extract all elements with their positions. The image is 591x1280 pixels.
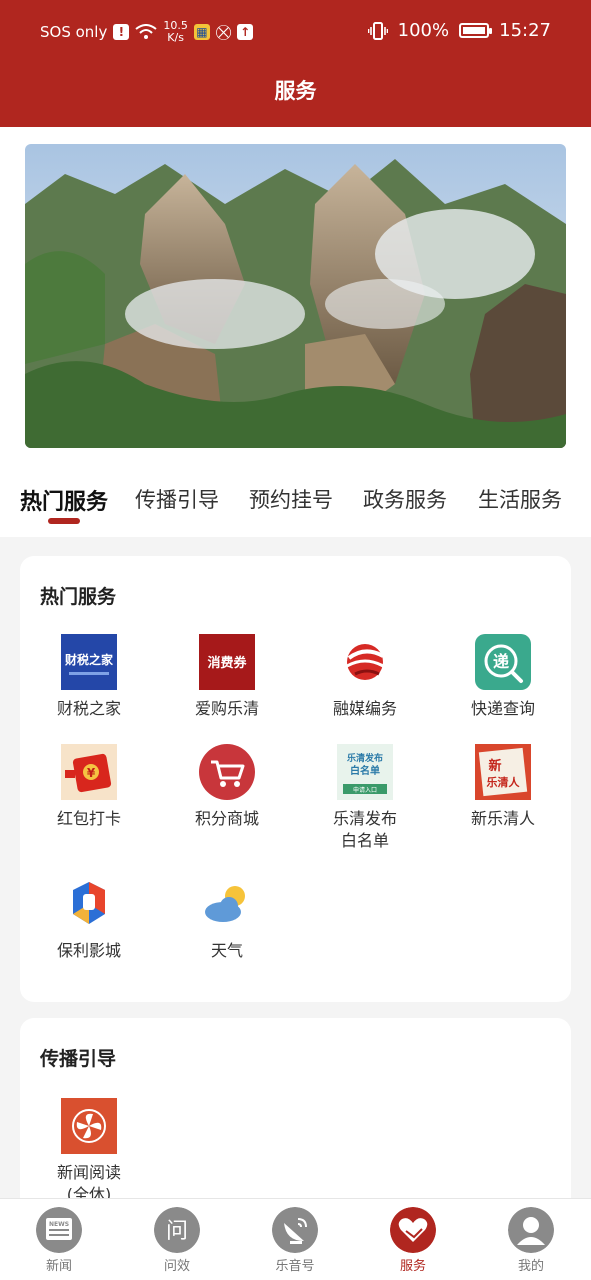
page-title: 服务 [0, 64, 591, 127]
service-whitelist[interactable]: 乐清发布 白名单 申请入口 乐清发布 白名单 [296, 744, 434, 852]
service-poly-cinema[interactable]: 保利影城 [20, 876, 158, 962]
tab-communication-guide[interactable]: 传播引导 [135, 484, 219, 514]
active-tab-indicator [48, 518, 80, 524]
shopping-cart-icon [199, 744, 255, 800]
news-icon: NEWS [36, 1207, 82, 1253]
app-notification-icon: ▦ [193, 24, 210, 40]
svg-text:白名单: 白名单 [350, 764, 380, 777]
ask-icon: 问 [154, 1207, 200, 1253]
section-title: 传播引导 [40, 1048, 117, 1070]
service-label: 融媒编务 [332, 699, 397, 718]
service-aigou[interactable]: 消费券 爱购乐清 [158, 634, 296, 720]
svg-text:递: 递 [493, 652, 509, 671]
svg-text:消费券: 消费券 [207, 655, 247, 671]
service-xinleqing[interactable]: 新 乐清人 新乐清人 [434, 744, 572, 830]
service-weather[interactable]: 天气 [158, 876, 296, 962]
mountain-landscape-image [25, 144, 566, 448]
service-express[interactable]: 递 快递查询 [434, 634, 572, 720]
section-title: 热门服务 [40, 586, 117, 608]
svg-text:乐清人: 乐清人 [487, 775, 521, 789]
service-label: 新乐清人 [470, 809, 535, 828]
carrier-label: SOS only [40, 23, 108, 41]
whitelist-icon: 乐清发布 白名单 申请入口 [337, 744, 393, 800]
svg-text:乐清发布: 乐清发布 [347, 752, 383, 764]
service-news-reading[interactable]: 新闻阅读 (全休) [20, 1098, 158, 1206]
category-tabs: 热门服务 传播引导 预约挂号 政务服务 生活服务 [0, 478, 591, 534]
net-speed: 10.5 K/s [163, 20, 188, 44]
service-label: 爱购乐清 [194, 699, 259, 718]
service-red-packet[interactable]: ¥ 红包打卡 [20, 744, 158, 830]
battery-icon [459, 23, 493, 38]
caishui-icon: 财税之家 [61, 634, 117, 690]
wifi-icon [135, 24, 157, 39]
svg-text:新: 新 [488, 758, 501, 774]
rongmei-logo-icon [346, 644, 384, 680]
banner-image[interactable] [25, 144, 566, 448]
shield-icon: ⛒ [215, 23, 232, 41]
nav-leyin[interactable]: 乐音号 [255, 1207, 335, 1274]
nav-label: 问效 [163, 1259, 190, 1274]
svg-text:¥: ¥ [87, 766, 96, 780]
service-points-mall[interactable]: 积分商城 [158, 744, 296, 830]
tab-appointment[interactable]: 预约挂号 [249, 484, 333, 514]
svg-text:NEWS: NEWS [49, 1221, 69, 1228]
nav-label: 乐音号 [275, 1259, 315, 1274]
hot-services-card: 热门服务 财税之家 财税之家 消费券 爱购乐清 融媒编务 递 快递查询 ¥ 红包… [20, 556, 571, 1002]
coupon-icon: 消费券 [199, 634, 255, 690]
nav-news[interactable]: NEWS 新闻 [19, 1207, 99, 1274]
nav-label: 服务 [399, 1259, 426, 1274]
poly-cinema-icon [73, 882, 105, 924]
red-packet-icon: ¥ [61, 744, 117, 800]
nav-label: 新闻 [45, 1259, 72, 1274]
nav-label: 我的 [517, 1259, 544, 1274]
bottom-navigation: NEWS 新闻 问 问效 乐音号 服务 我的 [0, 1198, 591, 1280]
service-label: 天气 [210, 941, 243, 960]
satellite-icon [272, 1207, 318, 1253]
service-caishui[interactable]: 财税之家 财税之家 [20, 634, 158, 720]
svg-text:财税之家: 财税之家 [64, 652, 114, 667]
service-label: 乐清发布 白名单 [332, 809, 397, 850]
nav-services[interactable]: 服务 [373, 1207, 453, 1274]
net-speed-unit: K/s [167, 31, 184, 44]
vibrate-icon [367, 21, 388, 40]
service-rongmei[interactable]: 融媒编务 [296, 634, 434, 720]
status-left: SOS only ! 10.5 K/s ▦ ⛒ ↑ [40, 20, 254, 44]
person-icon [508, 1207, 554, 1253]
service-label: 红包打卡 [56, 809, 121, 828]
service-label: 财税之家 [56, 699, 121, 718]
heart-hand-icon [390, 1207, 436, 1253]
alert-icon: ! [113, 24, 130, 40]
news-reading-icon [61, 1098, 117, 1154]
service-label: 快递查询 [470, 699, 535, 718]
service-label: 保利影城 [56, 941, 121, 960]
tab-life-services[interactable]: 生活服务 [478, 484, 562, 514]
nav-mine[interactable]: 我的 [491, 1207, 571, 1274]
status-bar: SOS only ! 10.5 K/s ▦ ⛒ ↑ 100% 15:27 [0, 0, 591, 64]
svg-text:问: 问 [166, 1219, 188, 1244]
tab-government-services[interactable]: 政务服务 [363, 484, 447, 514]
upload-icon: ↑ [237, 24, 254, 40]
weather-icon [205, 886, 245, 922]
battery-percent: 100% [397, 20, 450, 41]
service-label: 积分商城 [194, 809, 259, 828]
xinleqing-icon: 新 乐清人 [475, 744, 531, 800]
status-right: 100% 15:27 [367, 20, 551, 41]
tab-hot-services[interactable]: 热门服务 [20, 484, 108, 516]
svg-text:申请入口: 申请入口 [353, 786, 377, 794]
communication-guide-card: 传播引导 新闻阅读 (全休) [20, 1018, 571, 1218]
express-icon: 递 [475, 634, 531, 690]
clock: 15:27 [499, 20, 551, 41]
nav-ask[interactable]: 问 问效 [137, 1207, 217, 1274]
